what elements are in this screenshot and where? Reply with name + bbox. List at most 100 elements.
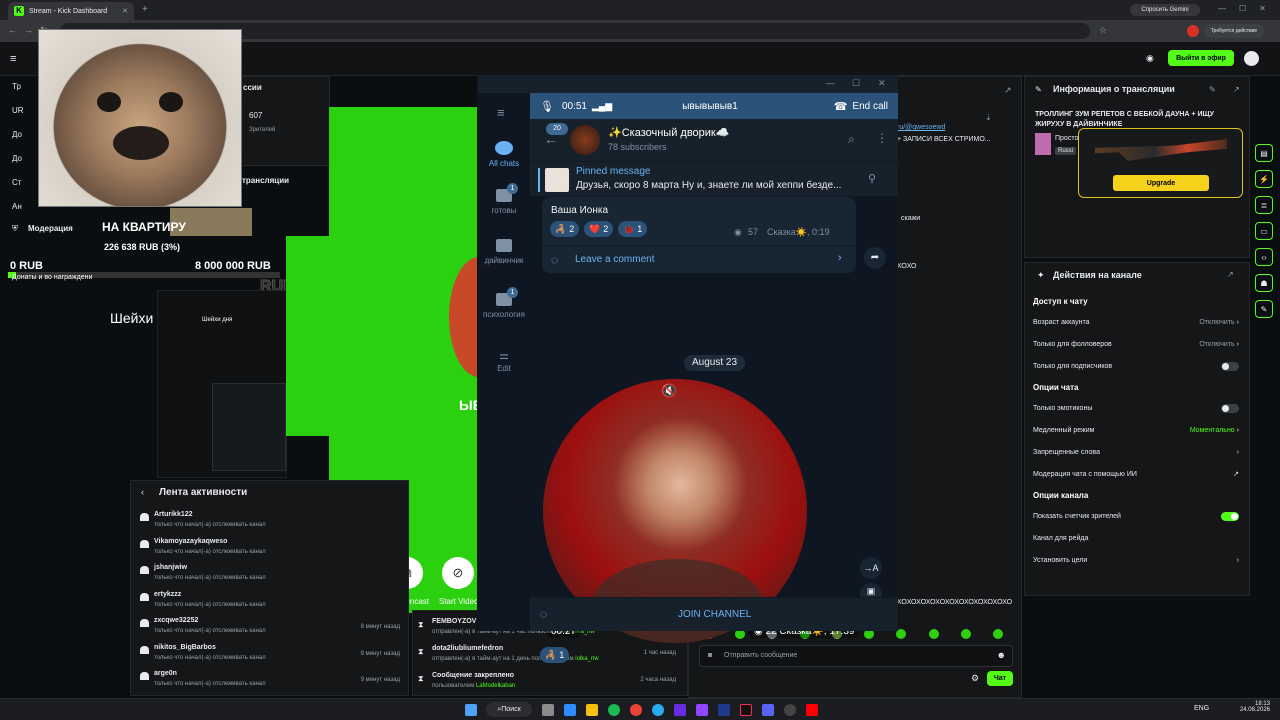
clock[interactable]: 18:13 24.08.2026 [1226,701,1270,713]
browser-tab[interactable]: K Stream - Kick Dashboard ✕ [8,2,134,20]
settings-row[interactable]: Медленный режим Моментально › [1033,419,1239,441]
modlog-user[interactable]: FEMBOYZOV [432,618,476,625]
toggle-switch[interactable] [1221,361,1239,371]
new-tab-button[interactable]: + [142,4,148,15]
leave-comment-link[interactable]: Leave a comment [575,254,655,265]
activity-user[interactable]: Vikamoyazaykaqweso [154,538,227,545]
pin-icon[interactable]: ⇣ [985,113,992,122]
tg-maximize-button[interactable]: ☐ [852,78,860,89]
upgrade-button[interactable]: Upgrade [1113,175,1209,191]
rail-code-icon[interactable]: ‹› [1255,248,1273,266]
sidebar-item-4[interactable]: Ст [12,178,21,187]
forward-icon[interactable]: → [24,25,33,35]
reaction-chip[interactable]: 🦂 2 [550,221,580,237]
explorer-icon[interactable] [586,704,598,716]
tab-close-icon[interactable]: ✕ [122,7,128,15]
pinned-message[interactable]: Pinned message Друзья, скоро 8 марта Ну … [530,161,898,197]
sidebar-item-moderation[interactable]: Модерация [28,224,73,233]
menu-icon[interactable]: ≡ [10,53,16,65]
sidebar-item-5[interactable]: Ан [12,202,22,211]
mic-icon[interactable]: 🎙 [540,100,554,113]
profile-icon[interactable] [1187,25,1199,37]
sidebar-item-2[interactable]: До [12,130,22,139]
twitch-icon[interactable] [696,704,708,716]
modlog-moderator[interactable]: LaModelkaban [476,683,515,689]
edit-icon[interactable]: ✎ [1209,85,1216,94]
emote-icon[interactable] [960,629,971,639]
chat-bubble-icon[interactable]: ◌ [540,607,547,621]
settings-row[interactable]: Запрещенные слова › [1033,441,1239,463]
popout-info-icon[interactable]: ↗ [1233,85,1240,94]
back-icon[interactable]: ← [8,25,17,35]
user-avatar[interactable] [1244,51,1259,66]
chevron-right-icon[interactable]: › [838,252,842,264]
settings-row[interactable]: Только для фолловеров Отключить › [1033,333,1239,355]
settings-row[interactable]: Канал для рейда [1033,527,1239,549]
gemini-button[interactable]: Спросить Gemini [1130,4,1200,16]
muted-speaker-icon[interactable]: 🔇 [661,383,677,399]
reaction-chip[interactable]: ❤️ 2 [584,221,614,237]
rail-chart-icon[interactable]: ▤ [1255,144,1273,162]
modlog-user[interactable]: dota2liubliumefedron [432,645,503,652]
minimize-button[interactable]: — [1218,4,1226,13]
tg-menu-icon[interactable]: ≡ [497,105,505,120]
sidebar-item-0[interactable]: Тр [12,82,21,91]
rail-tool-icon[interactable]: ✎ [1255,300,1273,318]
more-icon[interactable]: ⋮ [876,131,888,145]
emoji-icon[interactable]: ☻ [997,650,1006,660]
end-call-button[interactable]: End call [852,101,888,112]
folder-all-chats[interactable]: All chats [478,141,530,168]
bookmark-star-icon[interactable]: ☆ [1099,25,1107,36]
start-icon[interactable] [465,704,477,716]
translate-button[interactable]: →A [860,557,882,579]
notifications-icon[interactable]: ◉ [1146,53,1154,64]
settings-row[interactable]: Только эмотиконы [1033,397,1239,419]
activity-user[interactable]: ertykzzz [154,591,181,598]
unpin-icon[interactable]: ⚲ [868,172,876,185]
rail-list-icon[interactable]: ≣ [1255,196,1273,214]
edge-icon[interactable] [564,704,576,716]
app-icon[interactable] [674,704,686,716]
search-icon[interactable]: ⌕ [848,132,855,147]
language-indicator[interactable]: ENG [1194,705,1209,712]
tg-close-button[interactable]: ✕ [878,78,886,89]
folder-psychology[interactable]: 1 психология [478,287,530,319]
toggle-switch[interactable] [1221,403,1239,413]
sidebar-item-3[interactable]: До [12,154,22,163]
close-window-button[interactable]: ✕ [1259,4,1266,13]
channel-avatar[interactable] [570,125,600,155]
telegram-icon[interactable] [652,704,664,716]
start-video-button[interactable]: ⊘ [442,557,474,589]
popout-icon[interactable]: ↗ [1004,85,1012,96]
reaction-chip[interactable]: 🐞 1 [618,221,648,237]
tg-minimize-button[interactable]: — [826,78,835,88]
settings-row[interactable]: Модерация чата с помощью ИИ ↗ [1033,463,1239,485]
popout-actions-icon[interactable]: ↗ [1227,270,1234,279]
settings-row[interactable]: Установить цели › [1033,549,1239,571]
task-view-icon[interactable] [542,704,554,716]
chat-send-button[interactable]: Чат [987,671,1013,686]
modlog-moderator[interactable]: lolka_nw [575,656,598,662]
activity-user[interactable]: arge0n [154,670,177,677]
call-bar[interactable]: 🎙 00:51 ▂▄▆ ывывывыв1 ☎ End call [530,93,898,119]
rail-chat-icon[interactable]: ▭ [1255,222,1273,240]
go-live-button[interactable]: Выйти в эфир [1168,50,1234,66]
rail-bolt-icon[interactable]: ⚡ [1255,170,1273,188]
activity-user[interactable]: nikitos_BigBarbos [154,644,216,651]
taskbar-search[interactable]: ⌕ Поиск [486,702,532,717]
settings-row[interactable]: Только для подписчиков [1033,355,1239,377]
emote-icon[interactable] [992,629,1003,639]
audition-icon[interactable] [718,704,730,716]
emote-icon[interactable] [928,629,939,639]
rail-user-icon[interactable]: ☗ [1255,274,1273,292]
folder-edit[interactable]: ⚌ Edit [478,349,530,373]
discord-icon[interactable] [762,704,774,716]
channel-name[interactable]: ✨Сказочный дворик☁️ [608,126,729,139]
settings-row[interactable]: Показать счетчик зрителей [1033,505,1239,527]
settings-row[interactable]: Возраст аккаунта Отключить › [1033,311,1239,333]
obs-icon[interactable] [784,704,796,716]
toggle-switch[interactable] [1221,511,1239,521]
activity-user[interactable]: Arturikk122 [154,511,193,518]
chat-line-0[interactable]: ru/@qwesoewd [897,124,945,131]
action-needed-button[interactable]: Требуется действие [1204,24,1264,38]
